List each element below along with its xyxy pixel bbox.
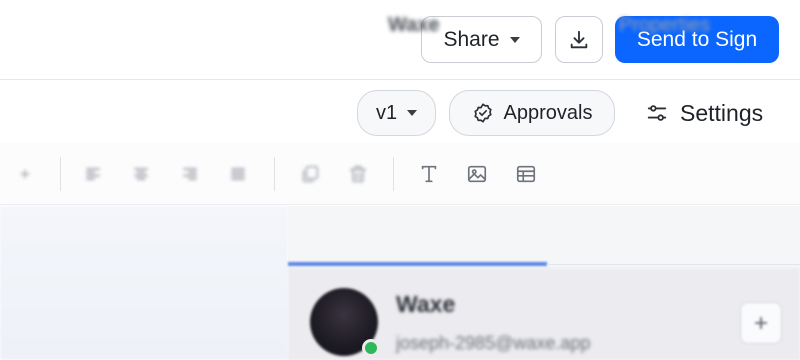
- badge-check-icon: [473, 103, 492, 123]
- tab-waxe[interactable]: Waxe: [388, 14, 440, 37]
- signer-name: Waxe: [396, 291, 456, 317]
- editor-toolbar: [0, 143, 800, 205]
- plus-icon: [754, 316, 768, 330]
- chevron-down-icon: [407, 110, 418, 116]
- trash-icon[interactable]: [345, 161, 371, 187]
- image-icon[interactable]: [464, 161, 490, 187]
- share-label: Share: [443, 27, 500, 51]
- toolbar-divider: [60, 157, 61, 191]
- align-right-icon[interactable]: [177, 161, 203, 187]
- add-field-button[interactable]: [740, 302, 782, 344]
- settings-button[interactable]: Settings: [646, 90, 763, 136]
- approvals-label: Approvals: [503, 101, 593, 124]
- settings-label: Settings: [680, 99, 764, 126]
- duplicate-icon[interactable]: [297, 161, 323, 187]
- align-center-icon[interactable]: [128, 161, 154, 187]
- signer-email: joseph-2985@waxe.app: [396, 333, 591, 353]
- text-icon[interactable]: [416, 161, 442, 187]
- document-bar: v1 Approvals Settings: [0, 81, 800, 143]
- more-icon[interactable]: [12, 161, 38, 187]
- toolbar-divider: [393, 157, 394, 191]
- toolbar-divider: [274, 157, 275, 191]
- sliders-icon: [647, 105, 667, 121]
- download-icon: [570, 30, 588, 48]
- tab-properties[interactable]: Properties: [619, 14, 710, 37]
- chevron-down-icon: [509, 36, 520, 43]
- active-tab-indicator: [288, 262, 547, 266]
- top-bar: Share Send to Sign: [0, 0, 800, 80]
- version-label: v1: [375, 101, 398, 124]
- online-status-icon: [362, 339, 380, 357]
- document-canvas[interactable]: [0, 206, 288, 360]
- align-justify-icon[interactable]: [225, 161, 251, 187]
- approvals-button[interactable]: Approvals: [449, 90, 615, 136]
- align-left-icon[interactable]: [80, 161, 106, 187]
- download-button[interactable]: [555, 16, 603, 63]
- table-icon[interactable]: [513, 161, 539, 187]
- version-select[interactable]: v1: [357, 90, 436, 136]
- tab-divider: [547, 264, 800, 265]
